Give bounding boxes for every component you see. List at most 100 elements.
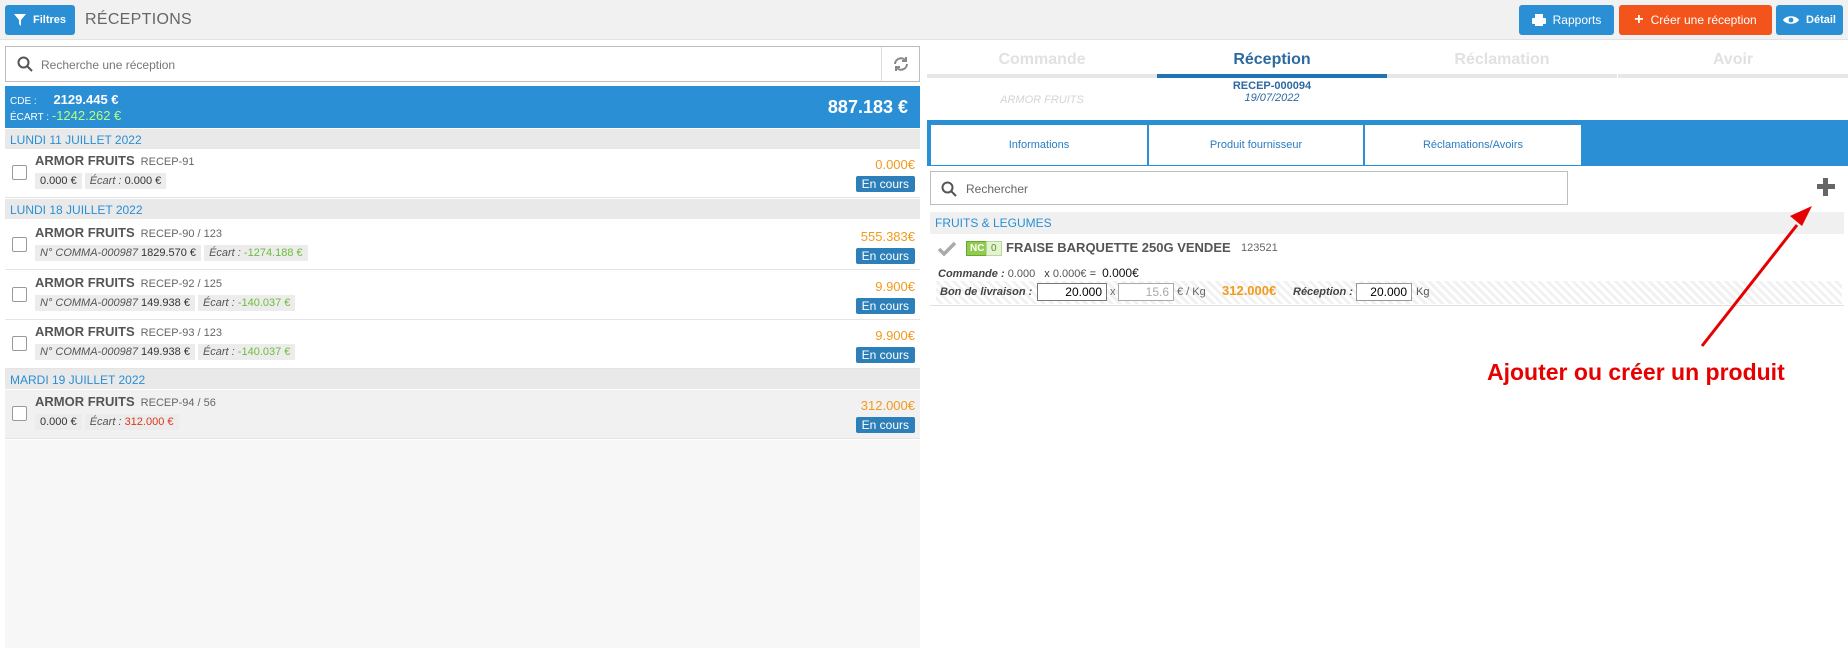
order-amount: 1829.570 € — [141, 247, 197, 259]
supplier-name: ARMOR FRUITS — [35, 153, 135, 168]
cde-label: CDE : — [10, 96, 37, 107]
reception-search[interactable]: Recherche une réception — [5, 46, 920, 82]
order-number: N° COMMA-000987 1829.570 € — [35, 245, 202, 261]
row-meta: N° COMMA-000987 149.938 € Écart : -140.0… — [35, 295, 296, 311]
commande-price: 0.000€ — [1052, 268, 1087, 280]
ecart-chip: Écart : -1274.188 € — [204, 245, 308, 261]
reception-row[interactable]: ARMOR FRUITS RECEP-90 / 123 N° COMMA-0009… — [5, 221, 920, 270]
commande-supplier: ARMOR FRUITS — [1000, 94, 1084, 106]
reception-unit: Kg — [1416, 286, 1430, 298]
plus-icon: + — [1634, 11, 1644, 28]
row-meta: 0.000 € Écart : 312.000 € — [35, 414, 179, 430]
ecart-chip: Écart : -140.037 € — [197, 344, 296, 360]
category-header: FRUITS & LEGUMES — [930, 212, 1844, 234]
row-checkbox[interactable] — [12, 237, 27, 252]
ecart-label: Écart : — [209, 247, 241, 259]
refresh-icon — [893, 57, 908, 71]
reception-row[interactable]: ARMOR FRUITS RECEP-93 / 123 N° COMMA-0009… — [5, 320, 920, 369]
ecart-label: Écart : — [202, 346, 235, 358]
print-icon — [1531, 14, 1546, 26]
cde-value: 2129.445 € — [53, 92, 119, 107]
reception-label: Réception : — [1293, 286, 1353, 298]
date-header: MARDI 19 JUILLET 2022 — [5, 369, 920, 389]
order-number-text: N° COMMA-000987 — [40, 247, 138, 259]
eye-icon — [1783, 16, 1800, 24]
row-checkbox[interactable] — [12, 336, 27, 351]
order-amount: 149.938 € — [141, 297, 190, 309]
ecart-chip: Écart : 0.000 € — [84, 173, 167, 189]
commande-total: 0.000€ — [1102, 266, 1139, 280]
product-search-placeholder: Rechercher — [966, 182, 1029, 196]
product-search[interactable]: Rechercher — [930, 171, 1568, 205]
subtab-produit-fournisseur[interactable]: Produit fournisseur — [1148, 124, 1364, 166]
filters-button[interactable]: Filtres — [5, 5, 75, 35]
filter-icon — [13, 14, 26, 26]
summary-bar: CDE : 2129.445 € ÉCART : -1242.262 € 887… — [5, 86, 920, 128]
row-amount: 312.000€ — [860, 398, 915, 413]
tab-commande[interactable]: Commande — [927, 46, 1157, 78]
order-number-text: N° COMMA-000987 — [40, 346, 138, 358]
ecart-chip: Écart : 312.000 € — [84, 414, 179, 430]
commande-qty: 0.000 — [1007, 268, 1036, 280]
ecart-label: Écart : — [89, 416, 122, 428]
order-number: N° COMMA-000987 149.938 € — [35, 295, 195, 311]
order-number: N° COMMA-000987 149.938 € — [35, 344, 195, 360]
order-amount: 0.000 € — [35, 414, 82, 430]
row-title: ARMOR FRUITS RECEP-94 / 56 — [35, 394, 216, 409]
reports-button[interactable]: Rapports — [1519, 5, 1614, 35]
bl-price-input[interactable] — [1118, 283, 1174, 301]
row-title: ARMOR FRUITS RECEP-91 — [35, 153, 194, 168]
commande-subinfo: ARMOR FRUITS — [927, 94, 1157, 106]
row-title: ARMOR FRUITS RECEP-93 / 123 — [35, 324, 222, 339]
nc-count: 0 — [986, 241, 1002, 256]
ecart-label: Écart : — [89, 175, 122, 187]
commande-label: Commande : — [938, 268, 1005, 280]
summary-total: 887.183 € — [827, 97, 908, 117]
row-meta: N° COMMA-000987 149.938 € Écart : -140.0… — [35, 344, 296, 360]
subtab-reclamations-avoirs[interactable]: Réclamations/Avoirs — [1364, 124, 1582, 166]
row-checkbox[interactable] — [12, 406, 27, 421]
row-checkbox[interactable] — [12, 287, 27, 302]
row-meta: 0.000 € Écart : 0.000 € — [35, 173, 167, 189]
search-icon — [17, 56, 33, 72]
subtab-informations[interactable]: Informations — [930, 124, 1148, 166]
reception-ref: RECEP-90 / 123 — [140, 228, 222, 240]
ecart-chip: Écart : -140.037 € — [197, 295, 296, 311]
list-empty-area — [5, 440, 920, 648]
row-title: ARMOR FRUITS RECEP-90 / 123 — [35, 225, 222, 240]
create-reception-label: Créer une réception — [1650, 13, 1757, 27]
commande-equals: = — [1089, 268, 1096, 280]
ecart-label: ÉCART : — [10, 112, 50, 123]
reception-quantity-input[interactable] — [1356, 283, 1412, 301]
bl-quantity-input[interactable] — [1037, 283, 1107, 301]
search-icon — [941, 181, 957, 197]
detail-button[interactable]: Détail — [1776, 5, 1843, 35]
date-header: LUNDI 18 JUILLET 2022 — [5, 199, 920, 219]
status-badge: En cours — [855, 298, 915, 314]
reception-ref: RECEP-000094 — [1232, 80, 1312, 92]
date-header: LUNDI 11 JUILLET 2022 — [5, 129, 920, 149]
bl-label: Bon de livraison : — [940, 286, 1033, 298]
row-checkbox[interactable] — [12, 165, 27, 180]
tab-avoir[interactable]: Avoir — [1618, 46, 1848, 78]
order-amount: 149.938 € — [141, 346, 190, 358]
add-product-button[interactable] — [1815, 176, 1837, 198]
tab-reclamation[interactable]: Réclamation — [1387, 46, 1617, 78]
commande-line: Commande : 0.000 x 0.000€ = 0.000€ — [938, 266, 1139, 280]
tab-reception[interactable]: Réception — [1157, 46, 1387, 78]
detail-tabs: Commande Réception Réclamation Avoir — [927, 46, 1848, 78]
refresh-button[interactable] — [881, 47, 919, 81]
reception-row-selected[interactable]: ARMOR FRUITS RECEP-94 / 56 0.000 € Écart … — [5, 390, 920, 439]
status-badge: En cours — [855, 248, 915, 264]
create-reception-button[interactable]: + Créer une réception — [1619, 5, 1772, 35]
ecart-value: 0.000 € — [124, 175, 162, 187]
status-badge: En cours — [855, 347, 915, 363]
reception-row[interactable]: ARMOR FRUITS RECEP-91 0.000 € Écart : 0.0… — [5, 149, 920, 198]
ecart-value: -1274.188 € — [243, 247, 303, 259]
check-icon[interactable] — [937, 241, 957, 257]
ecart-value: 312.000 € — [124, 416, 174, 428]
bl-total: 312.000€ — [1222, 283, 1277, 298]
status-badge: En cours — [855, 176, 915, 192]
reception-row[interactable]: ARMOR FRUITS RECEP-92 / 125 N° COMMA-0009… — [5, 271, 920, 320]
ecart-value: -140.037 € — [237, 346, 291, 358]
